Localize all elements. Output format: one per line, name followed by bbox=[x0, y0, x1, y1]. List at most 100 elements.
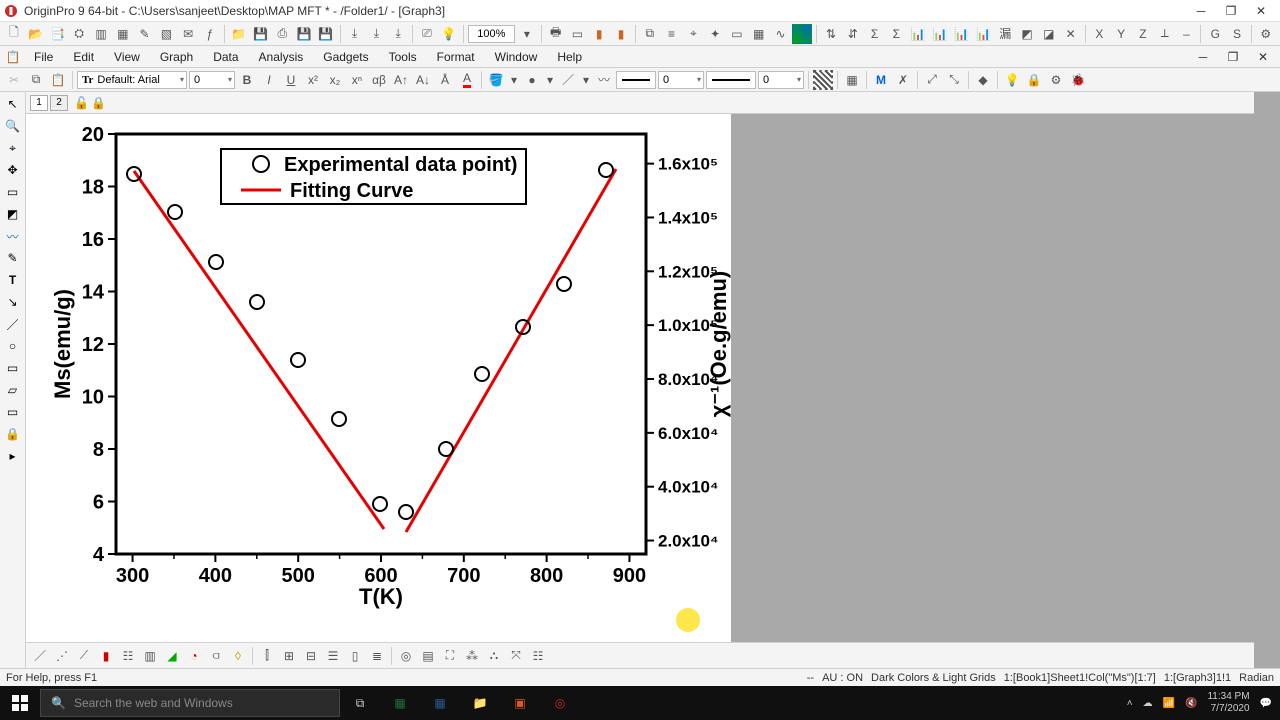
hstack-icon[interactable]: ▯ bbox=[345, 646, 365, 666]
print-preview-icon[interactable]: ▭ bbox=[568, 24, 588, 44]
cut-icon[interactable]: ✂ bbox=[4, 70, 24, 90]
new-workbook-icon[interactable]: ▥ bbox=[91, 24, 111, 44]
debug-icon[interactable]: 🐞 bbox=[1068, 70, 1088, 90]
minimize-button[interactable]: ─ bbox=[1186, 0, 1216, 22]
x-col-icon[interactable]: X bbox=[1089, 24, 1109, 44]
double-y-icon[interactable]: ⫿ bbox=[257, 646, 277, 666]
menu-analysis[interactable]: Analysis bbox=[249, 46, 314, 67]
mask-tool-icon[interactable]: ◩ bbox=[3, 204, 23, 224]
batch-icon[interactable]: ⎚ bbox=[417, 24, 437, 44]
fill-color-icon[interactable]: 🪣 bbox=[486, 70, 506, 90]
line-style-icon[interactable]: 〰 bbox=[594, 70, 614, 90]
stats-col-icon[interactable]: Σ bbox=[865, 24, 885, 44]
save-as-icon[interactable]: ⎙ bbox=[272, 24, 292, 44]
draw-line-icon[interactable]: 〰 bbox=[3, 226, 23, 246]
offset-icon[interactable]: ⇵ bbox=[843, 24, 863, 44]
pie-plot-icon[interactable]: ◔ bbox=[184, 646, 204, 666]
graph-page[interactable]: 468101214161820 2.0x10⁴4.0x10⁴6.0x10⁴8.0… bbox=[26, 114, 731, 642]
code-builder-icon[interactable]: ⚙ bbox=[1256, 24, 1276, 44]
menu-data[interactable]: Data bbox=[203, 46, 248, 67]
data-reader-icon[interactable]: ⌖ bbox=[3, 138, 23, 158]
3d-bars-icon[interactable]: ⛬ bbox=[484, 646, 504, 666]
superscript-icon[interactable]: x² bbox=[303, 70, 323, 90]
remove-icon[interactable]: ✕ bbox=[1061, 24, 1081, 44]
recalculate-icon[interactable]: 💡 bbox=[439, 24, 459, 44]
line-plot-icon[interactable]: ／ bbox=[30, 646, 50, 666]
locked-tool-icon[interactable]: 🔒 bbox=[3, 424, 23, 444]
z-col-icon[interactable]: Z bbox=[1133, 24, 1153, 44]
word-taskbar-icon[interactable]: ▦ bbox=[420, 686, 460, 720]
add-axis-icon[interactable]: ∿ bbox=[771, 24, 791, 44]
task-view-icon[interactable]: ⧉ bbox=[340, 686, 380, 720]
stack-col-icon[interactable]: ▥ bbox=[140, 646, 160, 666]
excel-taskbar-icon[interactable]: ▦ bbox=[380, 686, 420, 720]
new-layout-icon[interactable]: ▧ bbox=[156, 24, 176, 44]
explorer-taskbar-icon[interactable]: 📁 bbox=[460, 686, 500, 720]
add-table-icon[interactable]: ▦ bbox=[749, 24, 769, 44]
new-notes-icon[interactable]: ✉ bbox=[178, 24, 198, 44]
menu-tools[interactable]: Tools bbox=[379, 46, 427, 67]
greek-icon[interactable]: αβ bbox=[369, 70, 389, 90]
action-center-icon[interactable]: 💬 bbox=[1260, 698, 1272, 709]
italic-icon[interactable]: I bbox=[259, 70, 279, 90]
open-icon[interactable]: 📂 bbox=[26, 24, 46, 44]
idea-icon[interactable]: 💡 bbox=[1002, 70, 1022, 90]
mdi-minimize-icon[interactable]: ─ bbox=[1188, 46, 1218, 68]
new-project-icon[interactable]: 🗋 bbox=[4, 24, 24, 44]
axes-lock2-icon[interactable]: 🔒 bbox=[91, 96, 106, 110]
add-color-icon[interactable] bbox=[792, 24, 812, 44]
import-wizard-icon[interactable]: ⤓ bbox=[388, 24, 408, 44]
region-icon[interactable]: ▭ bbox=[3, 182, 23, 202]
region2-icon[interactable]: ▭ bbox=[3, 402, 23, 422]
scatter-plot-icon[interactable]: ⋰ bbox=[52, 646, 72, 666]
add-report-icon[interactable]: ✦ bbox=[705, 24, 725, 44]
origin-taskbar-icon[interactable]: ◎ bbox=[540, 686, 580, 720]
line-width-1[interactable]: 0▾ bbox=[658, 71, 704, 89]
maximize-button[interactable]: ❐ bbox=[1216, 0, 1246, 22]
slide-batch-icon[interactable]: ▮ bbox=[611, 24, 631, 44]
font-increase-icon[interactable]: A↑ bbox=[391, 70, 411, 90]
line-pattern-selector[interactable] bbox=[616, 71, 656, 89]
open-excel-icon[interactable]: ⛭ bbox=[69, 24, 89, 44]
new-function-icon[interactable]: ƒ bbox=[200, 24, 220, 44]
app-taskbar-icon[interactable]: ▣ bbox=[500, 686, 540, 720]
axes-lock-icon[interactable]: 🔓 bbox=[74, 96, 89, 110]
pointer-icon[interactable]: ↖ bbox=[3, 94, 23, 114]
9panel-icon[interactable]: ⊟ bbox=[301, 646, 321, 666]
fill-dropdown-icon[interactable]: ▾ bbox=[508, 70, 520, 90]
remove-mask-icon[interactable]: ✗ bbox=[893, 70, 913, 90]
vstack-icon[interactable]: ☰ bbox=[323, 646, 343, 666]
hatch-icon[interactable] bbox=[813, 70, 833, 90]
expand-tool-icon[interactable]: ▸ bbox=[3, 446, 23, 466]
taskbar-search[interactable]: 🔍 Search the web and Windows bbox=[40, 689, 340, 717]
menu-window[interactable]: Window bbox=[485, 46, 548, 67]
anti-alias-icon[interactable]: ◆ bbox=[973, 70, 993, 90]
menu-file[interactable]: File bbox=[24, 46, 63, 67]
save-all-icon[interactable]: 💾 bbox=[294, 24, 314, 44]
M-icon[interactable]: M bbox=[871, 70, 891, 90]
arrow-tool-icon[interactable]: ↘ bbox=[3, 292, 23, 312]
close-button[interactable]: ✕ bbox=[1246, 0, 1276, 22]
paste-icon[interactable]: 📋 bbox=[48, 70, 68, 90]
col-plot-icon[interactable]: ▮ bbox=[96, 646, 116, 666]
line-tool-icon[interactable]: ／ bbox=[3, 314, 23, 334]
4panel-icon[interactable]: ⊞ bbox=[279, 646, 299, 666]
filter-icon[interactable]: 漏 bbox=[995, 24, 1015, 44]
open-template-icon[interactable]: 📑 bbox=[48, 24, 68, 44]
err-col-icon[interactable]: ⟂ bbox=[1155, 24, 1175, 44]
stats3-icon[interactable]: 📊 bbox=[952, 24, 972, 44]
stats2-icon[interactable]: 📊 bbox=[930, 24, 950, 44]
line-scatter-icon[interactable]: ⟋ bbox=[74, 646, 94, 666]
text-tool-icon[interactable]: T bbox=[3, 270, 23, 290]
stack-plot-icon[interactable]: ⤡ bbox=[944, 70, 964, 90]
none-col-icon[interactable]: ‒ bbox=[1177, 24, 1197, 44]
tray-onedrive-icon[interactable]: ☁ bbox=[1143, 698, 1153, 709]
line-width-2[interactable]: 0▾ bbox=[758, 71, 804, 89]
lock-icon[interactable]: 🔒 bbox=[1024, 70, 1044, 90]
line-color-icon[interactable]: ／ bbox=[558, 70, 578, 90]
group-icon[interactable]: G bbox=[1205, 24, 1225, 44]
mdi-restore-icon[interactable]: ❐ bbox=[1218, 46, 1248, 68]
supsub-icon[interactable]: xⁿ bbox=[347, 70, 367, 90]
vector-icon[interactable]: ⤧ bbox=[506, 646, 526, 666]
menu-gadgets[interactable]: Gadgets bbox=[313, 46, 378, 67]
